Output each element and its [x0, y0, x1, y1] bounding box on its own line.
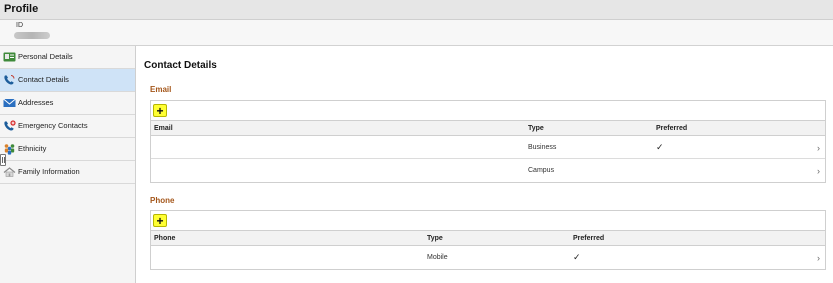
sidebar-item-contact-details[interactable]: Contact Details [0, 69, 135, 92]
main-content: Contact Details Email + Email Type Prefe… [137, 46, 833, 283]
email-section-title: Email [150, 85, 172, 94]
sidebar-item-emergency-contacts[interactable]: Emergency Contacts [0, 115, 135, 138]
page-header: Profile [0, 0, 833, 20]
page-title: Profile [4, 3, 39, 15]
sidebar-item-label: Emergency Contacts [18, 121, 88, 130]
table-row[interactable]: Business ✓ › [151, 136, 825, 159]
sidebar-item-label: Addresses [18, 98, 54, 107]
add-email-button[interactable]: + [153, 104, 167, 117]
type-value: Mobile [427, 254, 448, 261]
phone-toolbar: + [151, 211, 825, 231]
add-phone-button[interactable]: + [153, 214, 167, 227]
emergency-phone-icon [4, 120, 16, 131]
house-icon [3, 167, 16, 177]
column-header-preferred: Preferred [573, 235, 605, 242]
sidebar-item-label: Personal Details [18, 52, 73, 61]
preferred-check-icon: ✓ [656, 142, 664, 152]
id-card-icon [3, 52, 16, 62]
id-bar: ID [0, 20, 833, 46]
sidebar-collapse-handle[interactable] [0, 154, 6, 166]
column-header-type: Type [528, 125, 544, 132]
column-header-email: Email [154, 125, 173, 132]
type-value: Business [528, 144, 557, 151]
sidebar-item-label: Family Information [18, 167, 80, 176]
chevron-right-icon[interactable]: › [817, 166, 820, 176]
table-row[interactable]: Mobile ✓ › [151, 246, 825, 269]
phone-icon [4, 75, 15, 85]
column-header-type: Type [427, 235, 443, 242]
sidebar-item-personal-details[interactable]: Personal Details [0, 46, 135, 69]
sidebar-item-family-information[interactable]: Family Information [0, 161, 135, 184]
sidebar-item-ethnicity[interactable]: Ethnicity [0, 138, 135, 161]
chevron-right-icon[interactable]: › [817, 253, 820, 263]
email-toolbar: + [151, 101, 825, 121]
column-header-phone: Phone [154, 235, 176, 242]
email-table-header: Email Type Preferred [151, 121, 825, 136]
id-label: ID [16, 22, 23, 29]
sidebar-item-addresses[interactable]: Addresses [0, 92, 135, 115]
envelope-icon [3, 98, 16, 107]
sidebar: Personal Details Contact Details Address… [0, 46, 136, 283]
email-grid: + Email Type Preferred Business ✓ › Camp… [150, 100, 826, 183]
phone-table-header: Phone Type Preferred [151, 231, 825, 246]
phone-section-title: Phone [150, 196, 175, 205]
type-value: Campus [528, 167, 555, 174]
sidebar-item-label: Contact Details [18, 75, 69, 84]
phone-grid: + Phone Type Preferred Mobile ✓ › [150, 210, 826, 270]
table-row[interactable]: Campus › [151, 159, 825, 182]
sidebar-item-label: Ethnicity [18, 144, 47, 153]
redacted-id-value [14, 32, 50, 39]
column-header-preferred: Preferred [656, 125, 688, 132]
section-page-title: Contact Details [144, 60, 217, 71]
chevron-right-icon[interactable]: › [817, 143, 820, 153]
preferred-check-icon: ✓ [573, 252, 581, 262]
